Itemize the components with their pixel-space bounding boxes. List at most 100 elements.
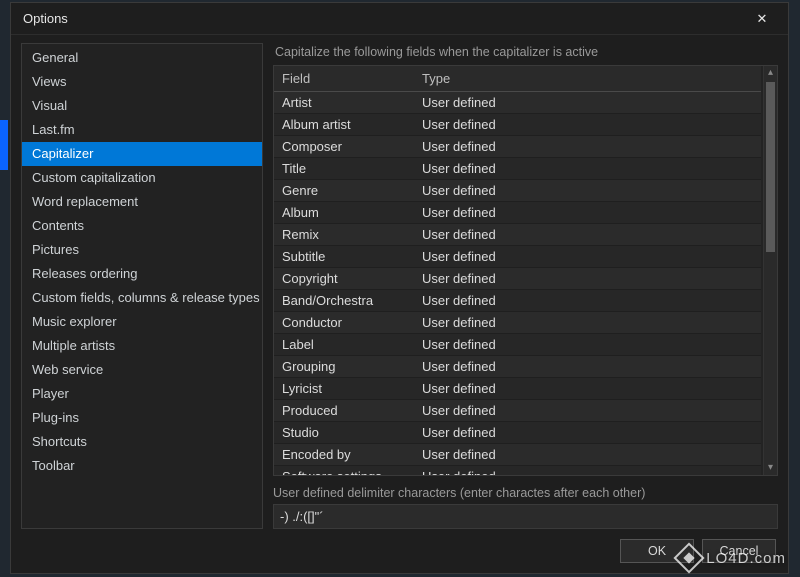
dialog-body: GeneralViewsVisualLast.fmCapitalizerCust… [11, 35, 788, 529]
sidebar-item-label: Views [32, 74, 66, 89]
sidebar-item-plug-ins[interactable]: Plug-ins [22, 406, 262, 430]
cell-field: Genre [274, 180, 414, 202]
sidebar-item-player[interactable]: Player [22, 382, 262, 406]
dialog-footer: OK Cancel [11, 529, 788, 573]
table-row[interactable]: LabelUser defined [274, 334, 761, 356]
sidebar-item-custom-capitalization[interactable]: Custom capitalization [22, 166, 262, 190]
sidebar-item-word-replacement[interactable]: Word replacement [22, 190, 262, 214]
cell-type: User defined [414, 180, 761, 202]
sidebar-item-label: Shortcuts [32, 434, 87, 449]
sidebar-item-music-explorer[interactable]: Music explorer [22, 310, 262, 334]
sidebar-item-last-fm[interactable]: Last.fm [22, 118, 262, 142]
close-icon: ✕ [757, 11, 768, 27]
cell-field: Encoded by [274, 444, 414, 466]
scroll-up-arrow-icon[interactable]: ▴ [764, 66, 777, 80]
table-row[interactable]: SubtitleUser defined [274, 246, 761, 268]
sidebar-item-label: Releases ordering [32, 266, 138, 281]
sidebar-item-label: Plug-ins [32, 410, 79, 425]
scroollbar-thumb[interactable] [766, 82, 775, 252]
vertical-scrollbar[interactable]: ▴ ▾ [763, 66, 777, 475]
cell-type: User defined [414, 114, 761, 136]
table-row[interactable]: LyricistUser defined [274, 378, 761, 400]
sidebar-item-label: Contents [32, 218, 84, 233]
sidebar-item-releases-ordering[interactable]: Releases ordering [22, 262, 262, 286]
cell-type: User defined [414, 202, 761, 224]
cell-type: User defined [414, 224, 761, 246]
sidebar-item-views[interactable]: Views [22, 70, 262, 94]
sidebar-item-label: Custom fields, columns & release types [32, 290, 260, 305]
cell-field: Copyright [274, 268, 414, 290]
cell-field: Remix [274, 224, 414, 246]
table-row[interactable]: TitleUser defined [274, 158, 761, 180]
fields-table-scroll[interactable]: Field Type ArtistUser definedAlbum artis… [274, 66, 763, 475]
table-row[interactable]: ProducedUser defined [274, 400, 761, 422]
sidebar-item-visual[interactable]: Visual [22, 94, 262, 118]
window-title: Options [23, 11, 68, 26]
table-row[interactable]: Band/OrchestraUser defined [274, 290, 761, 312]
cell-type: User defined [414, 356, 761, 378]
delimiter-input[interactable] [273, 504, 778, 529]
cell-field: Conductor [274, 312, 414, 334]
column-header-field[interactable]: Field [274, 66, 414, 92]
sidebar-item-toolbar[interactable]: Toolbar [22, 454, 262, 478]
cell-field: Grouping [274, 356, 414, 378]
column-header-type[interactable]: Type [414, 66, 761, 92]
cell-field: Composer [274, 136, 414, 158]
sidebar-item-label: Word replacement [32, 194, 138, 209]
cell-field: Subtitle [274, 246, 414, 268]
options-sidebar[interactable]: GeneralViewsVisualLast.fmCapitalizerCust… [21, 43, 263, 529]
table-row[interactable]: Software settingsUser defined [274, 466, 761, 476]
table-row[interactable]: AlbumUser defined [274, 202, 761, 224]
cell-type: User defined [414, 378, 761, 400]
sidebar-item-shortcuts[interactable]: Shortcuts [22, 430, 262, 454]
delimiter-section: User defined delimiter characters (enter… [273, 476, 778, 529]
section-caption: Capitalize the following fields when the… [273, 43, 778, 65]
sidebar-item-pictures[interactable]: Pictures [22, 238, 262, 262]
fields-table-container: Field Type ArtistUser definedAlbum artis… [273, 65, 778, 476]
options-dialog: Options ✕ General Views Visual Last.fm Capit… [10, 2, 789, 574]
table-row[interactable]: GenreUser defined [274, 180, 761, 202]
cell-field: Label [274, 334, 414, 356]
cell-type: User defined [414, 400, 761, 422]
table-row[interactable]: StudioUser defined [274, 422, 761, 444]
cell-type: User defined [414, 466, 761, 476]
cell-field: Album [274, 202, 414, 224]
scroll-down-arrow-icon[interactable]: ▾ [764, 461, 777, 475]
cell-field: Artist [274, 92, 414, 114]
sidebar-item-capitalizer[interactable]: Capitalizer [22, 142, 262, 166]
cell-type: User defined [414, 268, 761, 290]
sidebar-item-custom-fields-columns-release-types[interactable]: Custom fields, columns & release types [22, 286, 262, 310]
cell-field: Album artist [274, 114, 414, 136]
sidebar-item-label: Pictures [32, 242, 79, 257]
sidebar-item-label: Toolbar [32, 458, 75, 473]
sidebar-item-label: Music explorer [32, 314, 117, 329]
cell-field: Lyricist [274, 378, 414, 400]
cell-type: User defined [414, 444, 761, 466]
table-row[interactable]: ArtistUser defined [274, 92, 761, 114]
sidebar-item-multiple-artists[interactable]: Multiple artists [22, 334, 262, 358]
table-row[interactable]: GroupingUser defined [274, 356, 761, 378]
table-row[interactable]: ComposerUser defined [274, 136, 761, 158]
table-row[interactable]: Encoded byUser defined [274, 444, 761, 466]
table-row[interactable]: RemixUser defined [274, 224, 761, 246]
delimiter-label: User defined delimiter characters (enter… [273, 486, 778, 500]
cell-field: Title [274, 158, 414, 180]
bg-accent-stripe [0, 120, 8, 170]
close-button[interactable]: ✕ [744, 6, 780, 32]
ok-button[interactable]: OK [620, 539, 694, 563]
sidebar-item-contents[interactable]: Contents [22, 214, 262, 238]
fields-table: Field Type ArtistUser definedAlbum artis… [274, 66, 761, 475]
sidebar-item-general[interactable]: General [22, 46, 262, 70]
sidebar-item-label: Last.fm [32, 122, 75, 137]
cell-type: User defined [414, 158, 761, 180]
cancel-button[interactable]: Cancel [702, 539, 776, 563]
sidebar-item-label: Player [32, 386, 69, 401]
table-row[interactable]: Album artistUser defined [274, 114, 761, 136]
sidebar-item-label: General [32, 50, 78, 65]
options-main: Capitalize the following fields when the… [273, 43, 778, 529]
table-row[interactable]: CopyrightUser defined [274, 268, 761, 290]
table-row[interactable]: ConductorUser defined [274, 312, 761, 334]
cell-type: User defined [414, 312, 761, 334]
sidebar-item-web-service[interactable]: Web service [22, 358, 262, 382]
cell-field: Produced [274, 400, 414, 422]
